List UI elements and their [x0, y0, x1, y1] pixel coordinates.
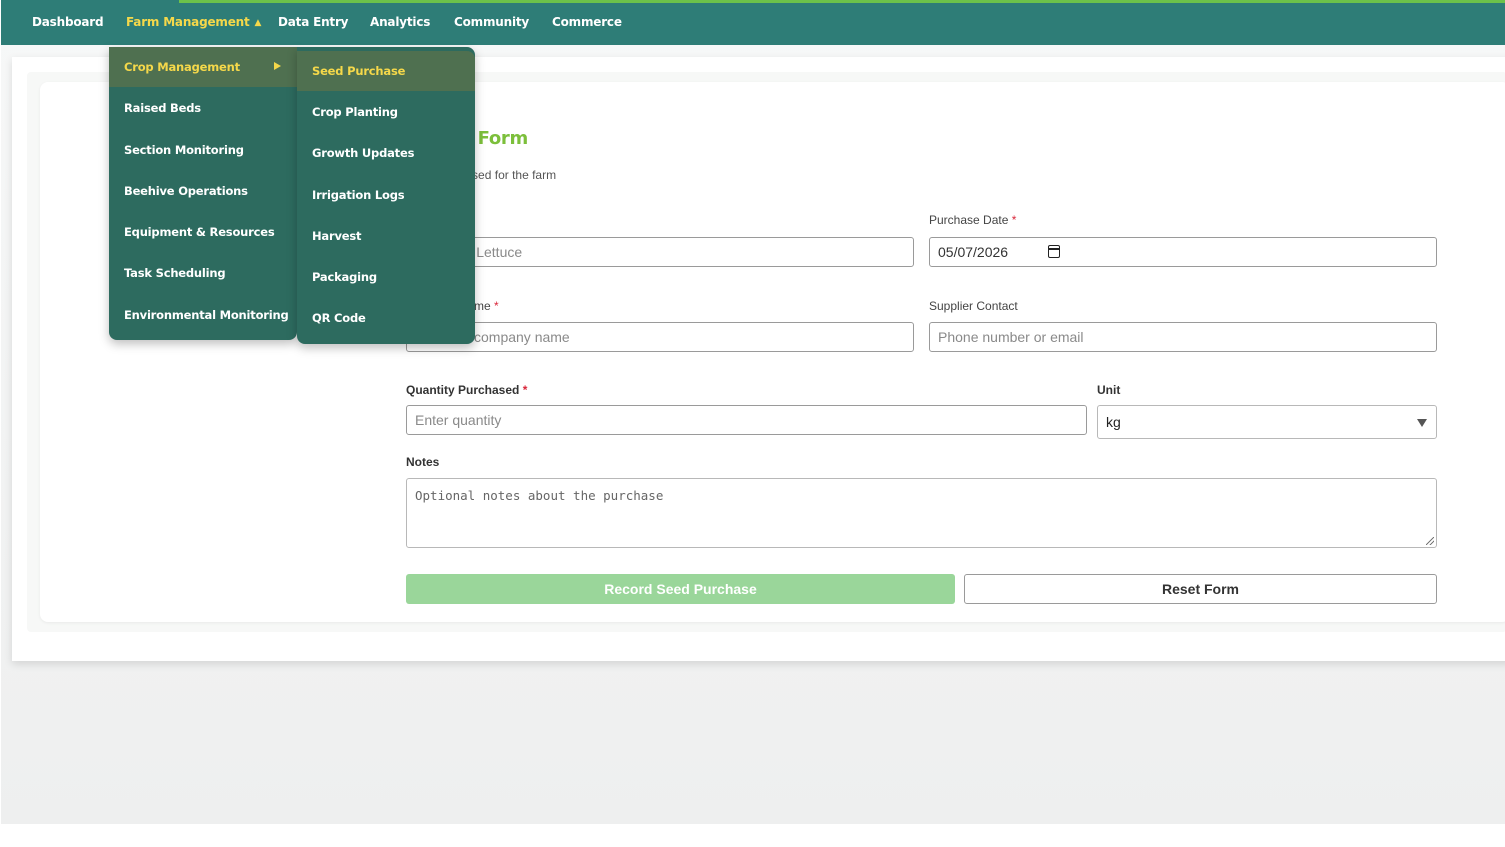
submenu-item-qr-code[interactable]: QR Code — [297, 298, 475, 338]
unit-select[interactable]: kg — [1097, 405, 1437, 439]
farm-management-menu: Crop Management Raised Beds Section Moni… — [109, 47, 297, 340]
nav-dashboard-label: Dashboard — [32, 15, 104, 29]
quantity-label: Quantity Purchased * — [406, 383, 527, 397]
menu-item-raised-beds[interactable]: Raised Beds — [109, 88, 297, 128]
required-mark: * — [1011, 213, 1017, 227]
quantity-input[interactable] — [406, 405, 1087, 435]
supplier-name-label: me * — [474, 299, 499, 313]
menu-item-environmental-monitoring[interactable]: Environmental Monitoring — [109, 295, 297, 335]
caret-up-icon: ▲ — [254, 18, 262, 28]
supplier-contact-input[interactable] — [929, 322, 1437, 352]
nav-data-entry[interactable]: Data Entry — [278, 15, 348, 29]
nav-community[interactable]: Community — [454, 15, 529, 29]
submenu-item-seed-purchase-label: Seed Purchase — [312, 64, 406, 78]
menu-item-crop-management-label: Crop Management — [124, 60, 240, 74]
menu-item-task-scheduling[interactable]: Task Scheduling — [109, 253, 297, 293]
nav-analytics[interactable]: Analytics — [370, 15, 430, 29]
unit-select-value: kg — [1106, 414, 1121, 430]
submenu-item-harvest[interactable]: Harvest — [297, 216, 475, 256]
record-seed-purchase-button[interactable]: Record Seed Purchase — [406, 574, 955, 604]
nav-farm-management[interactable]: Farm Management ▲ — [126, 15, 261, 29]
submenu-item-irrigation-logs[interactable]: Irrigation Logs — [297, 175, 475, 215]
menu-item-section-monitoring[interactable]: Section Monitoring — [109, 130, 297, 170]
purchase-date-label: Purchase Date * — [929, 213, 1016, 227]
supplier-name-input[interactable] — [406, 322, 914, 352]
nav-community-label: Community — [454, 15, 530, 29]
purchase-date-label-text: Purchase Date — [929, 213, 1009, 227]
menu-item-task-scheduling-label: Task Scheduling — [124, 266, 226, 280]
menu-item-equipment-resources[interactable]: Equipment & Resources — [109, 212, 297, 252]
menu-item-raised-beds-label: Raised Beds — [124, 101, 201, 115]
required-mark: * — [522, 383, 528, 397]
nav-farm-management-label: Farm Management — [126, 15, 250, 29]
nav-commerce-label: Commerce — [552, 15, 622, 29]
submenu-item-seed-purchase[interactable]: Seed Purchase — [297, 51, 475, 91]
menu-item-section-monitoring-label: Section Monitoring — [124, 143, 244, 157]
chevron-down-icon — [1417, 419, 1427, 427]
menu-item-equipment-resources-label: Equipment & Resources — [124, 225, 275, 239]
unit-label: Unit — [1097, 383, 1121, 397]
menu-item-beehive-operations-label: Beehive Operations — [124, 184, 248, 198]
purchase-date-input[interactable]: 05/07/2026 — [929, 237, 1437, 267]
app-root: Dashboard Farm Management ▲ Data Entry An… — [1, 0, 1505, 824]
required-mark: * — [494, 299, 499, 313]
nav-analytics-label: Analytics — [370, 15, 431, 29]
crop-management-submenu: Seed Purchase Crop Planting Growth Updat… — [297, 47, 475, 344]
calendar-icon[interactable] — [1048, 245, 1060, 258]
nav-dashboard[interactable]: Dashboard — [32, 15, 104, 29]
notes-textarea[interactable]: Optional notes about the purchase — [406, 478, 1437, 548]
menu-item-environmental-monitoring-label: Environmental Monitoring — [124, 308, 289, 322]
submenu-item-growth-updates-label: Growth Updates — [312, 146, 415, 160]
supplier-name-label-text: me — [474, 299, 491, 313]
crop-name-input[interactable] — [406, 237, 914, 267]
notes-placeholder: Optional notes about the purchase — [415, 488, 664, 503]
top-accent-line — [179, 0, 1505, 3]
menu-item-crop-management[interactable]: Crop Management — [109, 47, 297, 87]
resize-handle-icon[interactable] — [1426, 537, 1434, 545]
chevron-right-icon — [274, 62, 281, 70]
submenu-item-growth-updates[interactable]: Growth Updates — [297, 133, 475, 173]
reset-form-button[interactable]: Reset Form — [964, 574, 1437, 604]
nav-commerce[interactable]: Commerce — [552, 15, 622, 29]
submenu-item-packaging[interactable]: Packaging — [297, 257, 475, 297]
menu-item-beehive-operations[interactable]: Beehive Operations — [109, 171, 297, 211]
submenu-item-crop-planting[interactable]: Crop Planting — [297, 92, 475, 132]
notes-label: Notes — [406, 455, 440, 469]
submenu-item-irrigation-logs-label: Irrigation Logs — [312, 188, 405, 202]
submenu-item-packaging-label: Packaging — [312, 270, 377, 284]
submenu-item-qr-code-label: QR Code — [312, 311, 366, 325]
submenu-item-harvest-label: Harvest — [312, 229, 362, 243]
submenu-item-crop-planting-label: Crop Planting — [312, 105, 398, 119]
quantity-label-text: Quantity Purchased — [406, 383, 520, 397]
supplier-contact-label: Supplier Contact — [929, 299, 1018, 313]
top-nav-bar: Dashboard Farm Management ▲ Data Entry An… — [1, 0, 1505, 45]
nav-data-entry-label: Data Entry — [278, 15, 349, 29]
purchase-date-value: 05/07/2026 — [938, 244, 1009, 260]
